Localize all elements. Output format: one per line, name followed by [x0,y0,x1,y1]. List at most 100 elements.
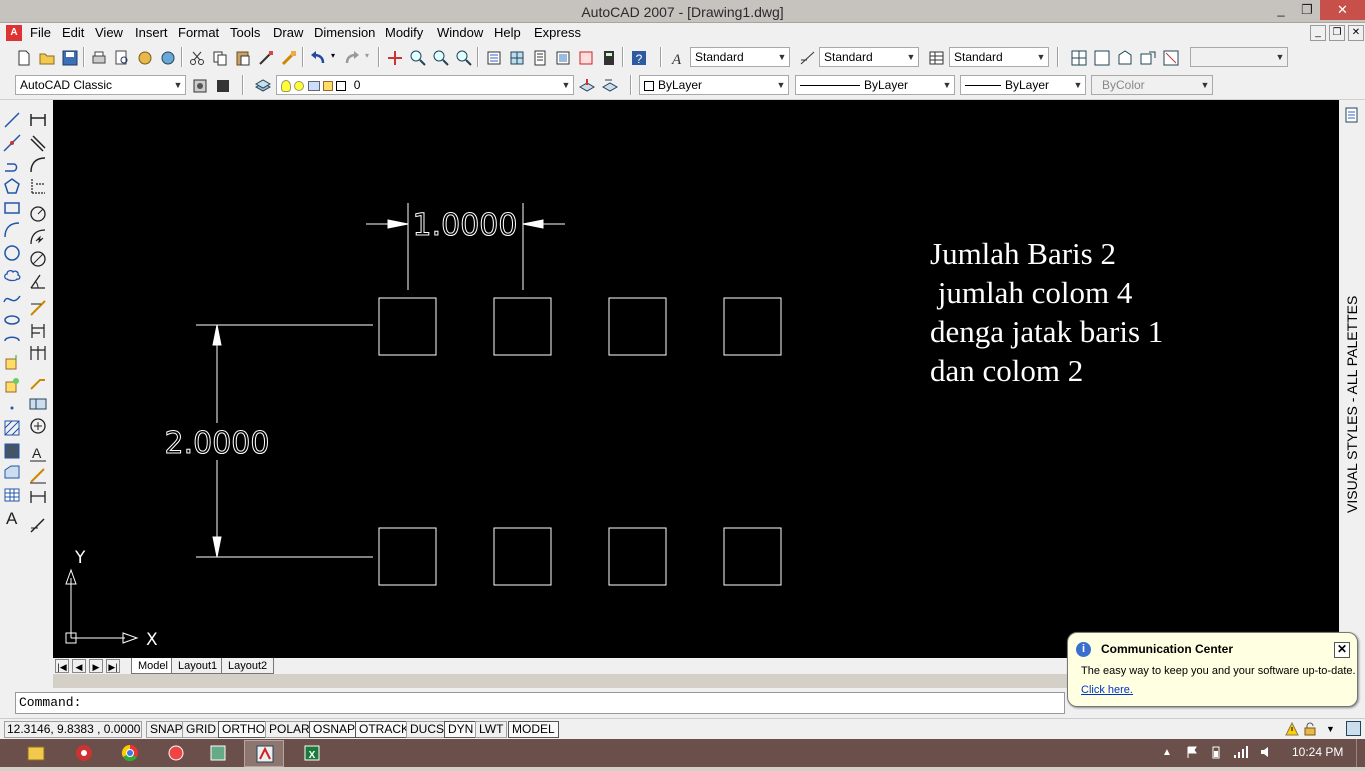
app-icon[interactable]: A [6,25,22,41]
close-button[interactable]: ✕ [1320,0,1365,20]
single-viewport-icon[interactable] [1092,48,1110,66]
ellipse-arc-icon[interactable] [2,331,22,351]
rectangle-icon[interactable] [2,198,22,218]
table-style-select[interactable]: Standard ▼ [949,47,1049,67]
color-control-select[interactable]: ByLayer ▼ [639,75,789,95]
menu-view[interactable]: View [95,25,123,40]
convert-object-viewport-icon[interactable] [1138,48,1156,66]
tray-overflow-icon[interactable]: ▲ [1162,747,1172,758]
battery-icon[interactable] [1209,745,1223,759]
dim-edit-icon[interactable]: A [28,443,48,463]
palette-label[interactable]: VISUAL STYLES - ALL PALETTES [1344,296,1360,513]
center-mark-icon[interactable] [28,416,48,436]
mtext-note[interactable]: Jumlah Baris 2 jumlah colom 4 denga jata… [930,236,1171,388]
quick-leader-icon[interactable] [28,372,48,392]
menu-file[interactable]: File [30,25,51,40]
drawing-canvas[interactable]: 1.0000 2.0000 Jumlah Baris 2 jumlah colo… [53,100,1339,658]
osnap-toggle[interactable]: OSNAP [309,721,360,738]
tab-layout2[interactable]: Layout2 [221,658,275,674]
status-menu-icon[interactable]: ▼ [1326,724,1335,734]
array-square[interactable] [608,527,667,586]
dim-arc-icon[interactable] [28,155,48,175]
layer-manager-icon[interactable] [253,76,272,94]
cut-icon[interactable] [187,48,205,66]
dim-text-horizontal[interactable]: 1.0000 [412,208,518,244]
undo-icon[interactable] [308,48,326,66]
palette-properties-icon[interactable] [1343,106,1361,124]
menu-edit[interactable]: Edit [62,25,84,40]
open-icon[interactable] [37,48,55,66]
table-icon[interactable] [2,485,22,505]
array-square[interactable] [493,527,552,586]
linetype-control-select[interactable]: ByLayer ▼ [795,75,955,95]
dim-linear-icon[interactable] [28,110,48,130]
file-explorer-icon[interactable] [16,740,56,767]
network-icon[interactable] [1233,745,1249,759]
model-toggle[interactable]: MODEL [508,721,559,738]
tab-prev-icon[interactable]: ◀ [72,659,86,673]
pan-icon[interactable] [385,48,403,66]
make-object-layer-current-icon[interactable] [577,76,596,94]
menu-dimension[interactable]: Dimension [314,25,375,40]
menu-modify[interactable]: Modify [385,25,423,40]
properties-icon[interactable] [484,48,502,66]
array-square[interactable] [493,297,552,356]
volume-icon[interactable] [1259,745,1273,759]
tab-model[interactable]: Model [131,658,175,674]
balloon-close-button[interactable]: ✕ [1334,642,1350,658]
lightbulb-icon[interactable] [281,79,291,92]
menu-tools[interactable]: Tools [230,25,260,40]
maximize-button[interactable]: ❐ [1294,0,1320,20]
polygonal-viewport-icon[interactable] [1115,48,1133,66]
menu-window[interactable]: Window [437,25,483,40]
workspace-save-icon[interactable] [213,76,231,94]
insert-block-icon[interactable] [2,353,22,373]
sheet-set-icon[interactable] [553,48,571,66]
dyn-toggle[interactable]: DYN [444,721,478,738]
plotstyle-control-select[interactable]: ByColor ▼ [1091,75,1213,95]
clean-screen-icon[interactable] [1346,721,1361,736]
copy-icon[interactable] [210,48,228,66]
zoom-previous-icon[interactable] [454,48,472,66]
workspace-settings-icon[interactable] [190,76,208,94]
make-block-icon[interactable] [2,376,22,396]
dim-text-vertical[interactable]: 2.0000 [164,426,270,462]
menu-draw[interactable]: Draw [273,25,303,40]
autocad-taskbar-icon[interactable] [244,740,284,767]
region-icon[interactable] [2,463,22,483]
dim-radius-icon[interactable] [28,204,48,224]
save-icon[interactable] [60,48,78,66]
menu-help[interactable]: Help [494,25,521,40]
sun-icon[interactable] [294,80,305,91]
array-square[interactable] [608,297,667,356]
lwt-toggle[interactable]: LWT [475,721,508,738]
clock[interactable]: 10:24 PM [1292,745,1343,759]
action-center-icon[interactable] [1185,745,1199,759]
viewport-scale-select[interactable]: ▼ [1190,47,1288,67]
menu-express[interactable]: Express [534,25,581,40]
tab-next-icon[interactable]: ▶ [89,659,103,673]
circle-icon[interactable] [2,243,22,263]
toolbar-lock-icon[interactable] [1303,722,1317,736]
polar-toggle[interactable]: POLAR [265,721,314,738]
dim-jogged-icon[interactable] [28,227,48,247]
arc-icon[interactable] [2,220,22,240]
minimize-button[interactable]: _ [1268,0,1294,20]
tab-layout1[interactable]: Layout1 [171,658,225,674]
array-square[interactable] [378,527,437,586]
chrome-icon[interactable] [110,740,150,767]
plot-preview-icon[interactable] [112,48,130,66]
zoom-window-icon[interactable] [431,48,449,66]
coordinate-readout[interactable]: 12.3146, 9.8383 , 0.0000 [4,721,142,738]
match-properties-icon[interactable] [256,48,274,66]
polygon-icon[interactable] [2,176,22,196]
tab-last-icon[interactable]: ▶| [106,659,120,673]
block-editor-icon[interactable] [279,48,297,66]
redo-icon[interactable] [342,48,360,66]
new-icon[interactable] [14,48,32,66]
lock-icon[interactable] [323,80,334,91]
quick-dim-icon[interactable] [28,298,48,318]
layer-previous-icon[interactable] [600,76,619,94]
undo-dropdown-icon[interactable]: ▾ [331,51,335,60]
dim-update-icon[interactable] [28,487,48,507]
